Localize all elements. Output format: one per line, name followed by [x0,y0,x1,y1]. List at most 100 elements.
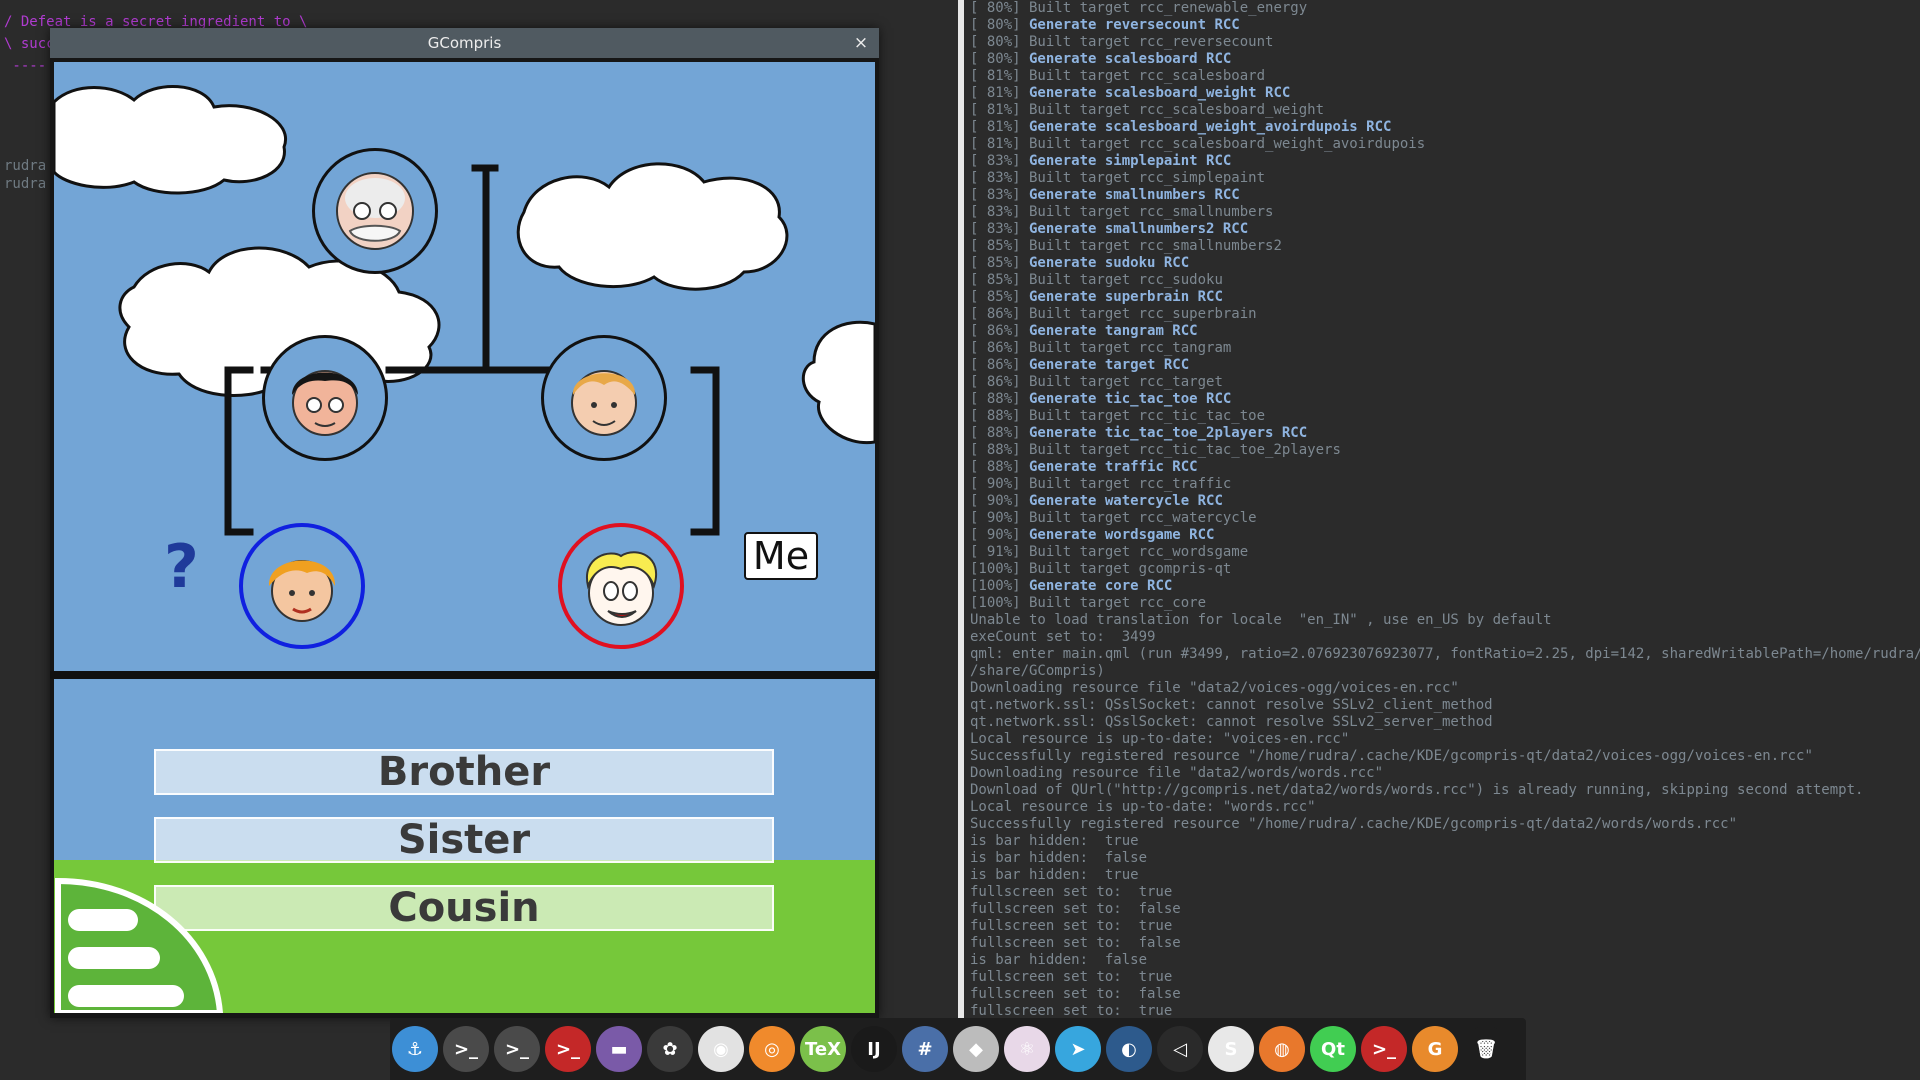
terminal-line-text: Built target rcc_reversecount [1020,34,1274,50]
terminal-line-text: Generate watercycle RCC [1020,493,1223,509]
terminal-line: exeCount set to: 3499 [970,629,1920,646]
terminal-line: [ 85%] Generate superbrain RCC [970,289,1920,306]
terminal-line-percent: [ 88%] [970,459,1021,475]
father-portrait[interactable] [262,335,388,461]
terminal-line: Successfully registered resource "/home/… [970,748,1920,765]
me-portrait[interactable] [558,523,684,649]
menu-bar-icon[interactable] [54,877,224,1013]
chrome-icon[interactable]: ◉ [698,1026,744,1072]
terminal-line: [100%] Built target rcc_core [970,595,1920,612]
brother-face-icon [268,560,336,622]
window-titlebar[interactable]: GCompris × [50,28,879,58]
terminal-line: fullscreen set to: true [970,884,1920,901]
qt-icon[interactable]: Qt [1310,1026,1356,1072]
terminal-line-text: is bar hidden: true [970,867,1139,883]
terminal-line-text: qt.network.ssl: QSslSocket: cannot resol… [970,697,1493,713]
terminal-line: [ 83%] Generate smallnumbers RCC [970,187,1920,204]
window-title: GCompris [427,34,502,52]
hashtag-icon[interactable]: # [902,1026,948,1072]
terminal-line: fullscreen set to: false [970,901,1920,918]
terminal-line-percent: [ 80%] [970,51,1021,67]
terminal-line: [ 90%] Generate watercycle RCC [970,493,1920,510]
terminal-red2-icon[interactable]: >_ [1361,1026,1407,1072]
sublime-icon[interactable]: S [1208,1026,1254,1072]
build-terminal[interactable]: [ 80%] Built target rcc_renewable_energy… [958,0,1920,1020]
terminal-line-text: Generate smallnumbers RCC [1020,187,1240,203]
terminal-line-text: is bar hidden: true [970,833,1139,849]
terminal-line: [ 85%] Generate sudoku RCC [970,255,1920,272]
terminal-line-text: Generate tic_tac_toe RCC [1020,391,1232,407]
terminal-line: [ 86%] Built target rcc_target [970,374,1920,391]
cloud [54,84,288,195]
terminal-line-text: Built target rcc_scalesboard_weight_avoi… [1020,136,1426,152]
firefox-icon[interactable]: ◍ [1259,1026,1305,1072]
terminal-line-text: Unable to load translation for locale "e… [970,612,1552,628]
stack-icon[interactable]: ◆ [953,1026,999,1072]
terminal-line-text: Built target rcc_wordsgame [1020,544,1249,560]
terminal-line: [ 88%] Built target rcc_tic_tac_toe [970,408,1920,425]
terminal-line-percent: [ 80%] [970,17,1021,33]
terminal-line-percent: [ 86%] [970,306,1021,322]
trash-icon[interactable]: 🗑 [1463,1026,1509,1072]
terminal-line-percent: [ 91%] [970,544,1021,560]
terminal-icon[interactable]: >_ [443,1026,489,1072]
mother-face-icon [571,370,637,436]
terminal-line: [ 83%] Generate simplepaint RCC [970,153,1920,170]
terminal-line: [ 83%] Built target rcc_simplepaint [970,170,1920,187]
terminal-line: fullscreen set to: true [970,918,1920,935]
scene-divider [50,671,879,679]
terminal-line: qml: enter main.qml (run #3499, ratio=2.… [970,646,1920,663]
intellij-icon[interactable]: IJ [851,1026,897,1072]
terminal-line: [ 81%] Built target rcc_scalesboard [970,68,1920,85]
terminal-line-percent: [ 85%] [970,255,1021,271]
terminal-line-text: Generate wordsgame RCC [1020,527,1215,543]
terminal-line-text: fullscreen set to: true [970,918,1173,934]
terminal-red-icon[interactable]: >_ [545,1026,591,1072]
terminal-line-text: Built target rcc_sudoku [1020,272,1223,288]
terminal-line-text: qt.network.ssl: QSslSocket: cannot resol… [970,714,1493,730]
terminal-line: [ 83%] Generate smallnumbers2 RCC [970,221,1920,238]
terminal-line-text: Generate traffic RCC [1020,459,1198,475]
blender-icon[interactable]: ◐ [1106,1026,1152,1072]
atom-icon[interactable]: ⚛ [1004,1026,1050,1072]
terminal-line-text: fullscreen set to: false [970,901,1181,917]
terminal-line-percent: [ 86%] [970,340,1021,356]
terminal2-icon[interactable]: >_ [494,1026,540,1072]
terminal-line-text: Generate superbrain RCC [1020,289,1223,305]
settings-icon[interactable]: ✿ [647,1026,693,1072]
terminal-line-percent: [ 88%] [970,442,1021,458]
family-tree-scene: ? Me [54,62,875,671]
files-icon[interactable]: ▬ [596,1026,642,1072]
answer-sister-button[interactable]: Sister [154,817,774,863]
dock: ⚓ >_ >_ >_ ▬ ✿ ◉ ◎ TeX IJ # ◆ ⚛ ➤ ◐ ◁ S ◍ Qt >_ G 🗑 [390,1018,1526,1080]
terminal-line-text: Successfully registered resource "/home/… [970,748,1813,764]
tex-icon[interactable]: TeX [800,1026,846,1072]
terminal-line-text: qml: enter main.qml (run #3499, ratio=2.… [970,646,1920,662]
terminal-line: [ 90%] Generate wordsgame RCC [970,527,1920,544]
terminal-line-text: Built target rcc_scalesboard_weight [1020,102,1325,118]
grandfather-portrait[interactable] [312,148,438,274]
terminal-line: [ 86%] Generate tangram RCC [970,323,1920,340]
terminal-line-text: /share/GCompris) [970,663,1105,679]
telegram-icon[interactable]: ➤ [1055,1026,1101,1072]
terminal-line-percent: [ 86%] [970,374,1021,390]
terminal-line: [ 88%] Built target rcc_tic_tac_toe_2pla… [970,442,1920,459]
gcompris-icon[interactable]: G [1412,1026,1458,1072]
terminal-line-percent: [ 81%] [970,136,1021,152]
brother-portrait[interactable] [239,523,365,649]
father-face-icon [292,370,358,436]
close-button[interactable]: × [851,33,871,53]
terminal-line-percent: [ 81%] [970,85,1021,101]
answer-brother-button[interactable]: Brother [154,749,774,795]
vscode-icon[interactable]: ◁ [1157,1026,1203,1072]
terminal-line: [ 88%] Generate tic_tac_toe RCC [970,391,1920,408]
screenshot-icon[interactable]: ◎ [749,1026,795,1072]
terminal-line-text: fullscreen set to: true [970,969,1173,985]
anchor-icon[interactable]: ⚓ [392,1026,438,1072]
mother-portrait[interactable] [541,335,667,461]
answer-cousin-button[interactable]: Cousin [154,885,774,931]
terminal-line-percent: [ 83%] [970,204,1021,220]
terminal-line-text: Generate tangram RCC [1020,323,1198,339]
terminal-line-percent: [ 90%] [970,493,1021,509]
terminal-line: [ 85%] Built target rcc_smallnumbers2 [970,238,1920,255]
